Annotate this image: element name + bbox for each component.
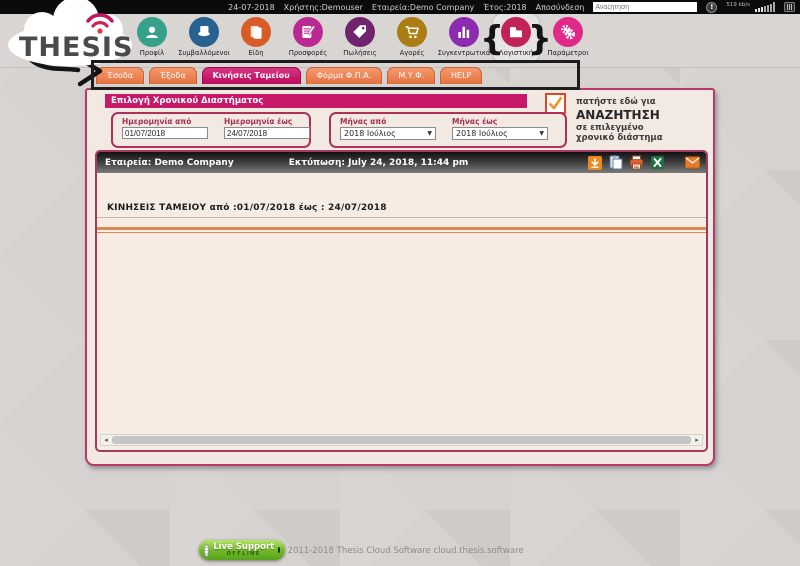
toolbar-item-parameters[interactable]: Παράμετροι [542,17,594,57]
export-icon[interactable] [587,155,602,170]
current-user: Χρήστης:Demouser [283,2,363,12]
horizontal-scrollbar[interactable]: ◂ ▸ [100,434,703,446]
gears-icon [553,17,583,47]
month-from-select[interactable]: 2018 Ιούλιος ▼ [340,127,436,140]
toolbar-item-label: Πωλήσεις [343,49,377,57]
date-to-input[interactable] [224,127,310,139]
filter-panel-title: Επιλογή Χρονικού Διαστήματος [105,94,527,108]
tab-help[interactable]: HELP [440,67,483,84]
print-icon[interactable] [629,155,644,170]
user-icon [137,17,167,47]
search-checkbox[interactable] [545,93,566,114]
bar-chart-icon [449,17,479,47]
report-header-bar: Εταιρεία: Demo Company Εκτύπωση: July 24… [97,152,706,173]
month-to-select[interactable]: 2018 Ιούλιος ▼ [452,127,548,140]
main-toolbar: Προφίλ Συμβαλλόμενοι Είδη Προσφορές Πωλή… [126,14,594,62]
cart-icon [397,17,427,47]
tab-forma-fpa[interactable]: Φόρμα Φ.Π.Α. [305,67,383,84]
current-year: Έτος:2018 [483,2,527,12]
main-content-panel: Επιλογή Χρονικού Διαστήματος πατήστε εδώ… [85,88,715,466]
chevron-down-icon: ▼ [427,130,432,137]
tag-icon [345,17,375,47]
toolbar-item-items[interactable]: Είδη [230,17,282,57]
report-company: Εταιρεία: Demo Company [105,157,234,168]
scroll-left-button[interactable]: ◂ [101,435,111,445]
current-company: Εταιρεία:Demo Company [371,2,475,12]
check-icon [548,96,563,110]
toolbar-item-offers[interactable]: Προσφορές [282,17,334,57]
report-separator-orange-thin [97,232,706,233]
toolbar-item-label: Συμβαλλόμενοι [178,49,230,57]
accounting-tabs: Έσοδα Έξοδα Κινήσεις Ταμείου Φόρμα Φ.Π.Α… [96,67,487,84]
live-support-status: OFFLINE [226,551,261,558]
toolbar-item-label: Παράμετροι [547,49,589,57]
toolbar-item-label: Προσφορές [288,49,328,57]
connection-icon [784,2,795,12]
report-separator-orange [97,227,706,230]
email-icon[interactable] [685,155,700,170]
toolbar-item-accounting[interactable]: { } Λογιστική [480,14,552,62]
report-title: ΚΙΝΗΣΕΙΣ ΤΑΜΕΙΟΥ από :01/07/2018 έως : 2… [107,203,387,213]
partners-icon [189,17,219,47]
tab-myf[interactable]: Μ.Υ.Φ. [387,67,436,84]
copy-icon[interactable] [608,155,623,170]
hint-line: χρονικό διάστημα [576,133,663,144]
report-separator [97,217,706,218]
month-to-value: 2018 Ιούλιος [456,129,508,138]
month-range-fieldset: Μήνας από 2018 Ιούλιος ▼ Μήνας έως 2018 … [329,112,567,148]
report-toolbar [587,155,700,170]
live-support-button[interactable]: Live Support OFFLINE [199,540,285,560]
notification-icon[interactable]: ! [706,1,718,13]
report-printed: Εκτύπωση: July 24, 2018, 11:44 pm [288,157,469,168]
live-support-icon [204,543,210,557]
toolbar-item-sales[interactable]: Πωλήσεις [334,17,386,57]
date-from-input[interactable] [122,127,208,139]
chevron-down-icon: ▼ [539,130,544,137]
logo-text: THESIS [19,32,133,63]
toolbar-item-partners[interactable]: Συμβαλλόμενοι [178,17,230,57]
month-to-label: Μήνας έως [452,117,498,126]
hint-line: πατήστε εδώ για [576,97,656,107]
thesis-app-page: 24-07-2018 Χρήστης:Demouser Εταιρεία:Dem… [0,0,800,566]
hint-line-emphasis: ΑΝΑΖΗΤΗΣΗ [576,107,660,122]
live-support-label: Live Support [213,541,275,552]
scrollbar-thumb[interactable] [112,436,691,444]
excel-icon[interactable] [650,155,665,170]
folder-icon [501,17,531,47]
date-range-fieldset: Ημερομηνία από Ημερομηνία έως [111,112,311,148]
month-from-label: Μήνας από [340,117,387,126]
hint-line: σε επιλεγμένο [576,122,644,133]
date-to-label: Ημερομηνία έως [224,117,293,126]
search-hint-text: πατήστε εδώ για ΑΝΑΖΗΤΗΣΗ σε επιλεγμένο … [576,97,702,144]
toolbar-item-label: Είδη [248,49,264,57]
thesis-logo[interactable]: THESIS [4,0,138,76]
logout-link[interactable]: Αποσύνδεση [536,3,585,12]
signal-bars-icon [755,2,775,12]
toolbar-item-label: Προφίλ [139,49,165,57]
bandwidth-label: 519 kb/s [726,1,750,8]
month-from-value: 2018 Ιούλιος [344,129,396,138]
offers-icon [293,17,323,47]
current-date: 24-07-2018 [228,2,275,12]
tab-exoda[interactable]: Έξοδα [149,67,197,84]
tab-kiniseis-tameiou[interactable]: Κινήσεις Ταμείου [201,67,301,84]
toolbar-item-purchases[interactable]: Αγορές [386,17,438,57]
items-icon [241,17,271,47]
search-input[interactable] [593,2,698,12]
footer-copyright: © 2011-2018 Thesis Cloud Software cloud.… [276,546,524,556]
date-from-label: Ημερομηνία από [122,117,192,126]
live-support-dot-icon [278,547,280,553]
report-viewer: Εταιρεία: Demo Company Εκτύπωση: July 24… [95,150,708,452]
annotation-brace-left-icon: { [480,19,505,59]
toolbar-item-label: Αγορές [399,49,425,57]
scroll-right-button[interactable]: ▸ [692,435,702,445]
